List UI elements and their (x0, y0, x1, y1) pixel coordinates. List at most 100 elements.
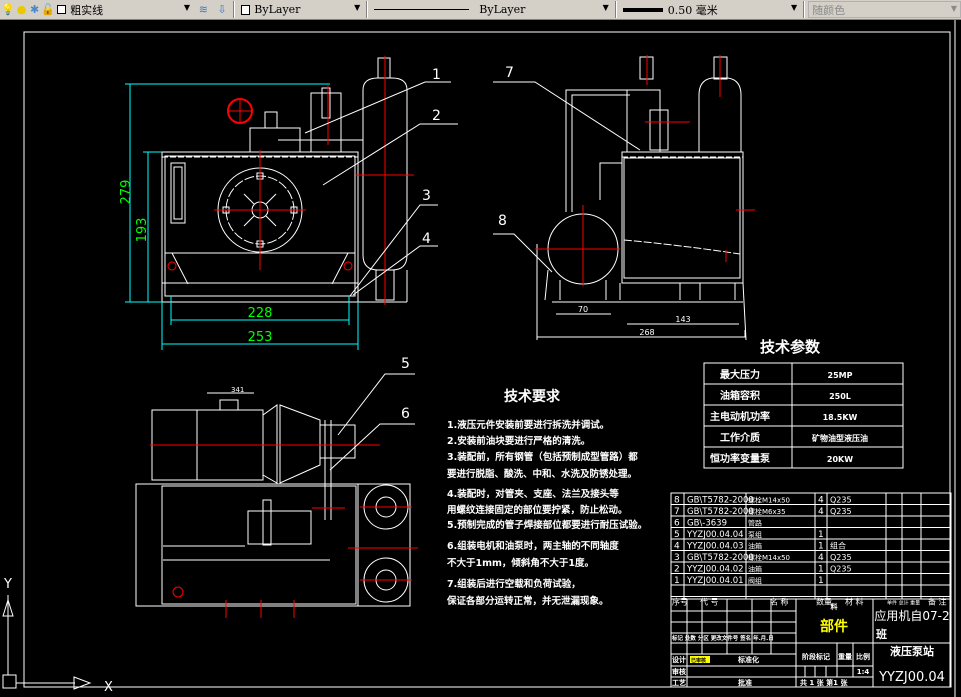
bom-material: 组合 (830, 541, 846, 551)
bom-qty: 1 (818, 542, 824, 552)
ucs-y-label: Y (3, 577, 12, 592)
school-class: 应用机自07-2 (874, 608, 949, 623)
param-value: 18.5KW (823, 413, 858, 422)
requirement-line: 1.液压元件安装前要进行拆洗并调试。 (447, 419, 609, 431)
part-type: 部件 (820, 618, 848, 635)
layer-color-swatch (57, 5, 67, 14)
bom-header: 材 料 (845, 597, 864, 607)
std-label: 标准化 (737, 655, 759, 664)
ucs-icon: Y X (2, 577, 113, 695)
color-swatch (241, 4, 251, 15)
param-value: 矿物油型液压油 (812, 433, 868, 443)
bom-code: GB\T5782-2000 (687, 553, 754, 563)
layer-dropdown[interactable]: 粗实线 ▼ (54, 1, 193, 18)
dim-253: 253 (248, 330, 273, 345)
designer-name: 已审核 (691, 657, 706, 664)
requirements-title: 技术要求 (504, 388, 561, 405)
bom-name: 螺栓M14x50 (748, 496, 790, 505)
toolbar-separator (366, 1, 369, 18)
bom-name: 油箱 (748, 542, 762, 551)
bom-name: 螺栓M14x50 (748, 553, 790, 562)
ratio-label: 比例 (856, 652, 870, 661)
dim-193: 193 (135, 218, 150, 243)
bom-qty: 1 (818, 530, 824, 540)
class-label: 班 (876, 627, 887, 641)
layer-on-bulb-icon[interactable]: 💡 (1, 3, 15, 17)
bom-qty: 4 (818, 507, 824, 517)
color-dropdown[interactable]: ByLayer ▼ (238, 1, 363, 18)
bom-name: 油箱 (748, 565, 762, 574)
dim-228: 228 (248, 306, 273, 321)
color-value: ByLayer (254, 3, 301, 16)
bom-name: 螺栓M6x35 (748, 507, 786, 516)
label-5: 5 (401, 356, 410, 372)
label-4: 4 (422, 231, 431, 247)
requirement-line: 2.安装前油块要进行严格的清洗。 (447, 435, 590, 447)
requirement-line: 要进行脱脂、酸洗、中和、水洗及防锈处理。 (447, 468, 637, 480)
drawing-canvas[interactable]: 279 193 228 253 70 143 268 341 1 2 3 4 5… (0, 20, 961, 697)
stage-label: 阶段标记 (802, 652, 830, 661)
plotstyle-dropdown[interactable]: 随颜色 ▼ (808, 1, 961, 18)
dim-143: 143 (675, 315, 690, 324)
bom-header: 单件 总计 重量 (887, 600, 920, 607)
bom-code: GB\-3639 (687, 519, 727, 529)
side-view: 70 143 268 (535, 55, 755, 341)
toolbar-separator (803, 1, 806, 18)
title-block: 料 部件 应用机自07-2 班 液压泵站 YYZJ00.04 阶段标记 重量 比… (671, 598, 951, 687)
bom-code: YYZJ00.04.03 (686, 542, 744, 552)
param-label: 主电动机功率 (710, 410, 770, 423)
bom-index: 3 (674, 553, 680, 563)
lineweight-preview (622, 7, 663, 12)
label-2: 2 (432, 108, 441, 124)
toolbar-separator (614, 1, 617, 18)
viewport-freeze-icon[interactable]: ✱ (29, 3, 40, 17)
bom-qty: 1 (818, 576, 824, 586)
properties-toolbar: 💡 ● ✱ 🔓 粗实线 ▼ ≋ ⇩ ByLayer ▼ ByLayer ▼ 0.… (0, 0, 961, 20)
revision-header: 标记 处数 分区 更改文件号 签名 年.月.日 (671, 634, 774, 642)
linetype-preview (374, 9, 470, 10)
chevron-down-icon: ▼ (791, 3, 798, 12)
param-label: 工作介质 (720, 431, 760, 444)
param-value: 20KW (827, 455, 853, 464)
requirement-line: 5.预制完成的管子焊接部位都要进行耐压试验。 (447, 519, 647, 531)
bom-index: 2 (674, 565, 680, 575)
bom-qty: 4 (818, 496, 824, 506)
bom-index: 6 (674, 519, 680, 529)
drawing-name: 液压泵站 (890, 644, 934, 658)
param-value: 250L (829, 392, 851, 401)
lock-icon[interactable]: 🔓 (41, 3, 55, 17)
lineweight-dropdown[interactable]: 0.50 毫米 ▼ (620, 1, 800, 18)
bom-header: 备 注 (928, 597, 947, 607)
freeze-sun-icon[interactable]: ● (16, 3, 27, 17)
chevron-down-icon: ▼ (950, 4, 958, 13)
dim-70: 70 (578, 305, 588, 314)
chevron-down-icon: ▼ (183, 3, 191, 12)
front-view (161, 56, 414, 305)
bom-material: Q235 (830, 496, 852, 505)
label-6: 6 (401, 406, 410, 422)
bom-name: 阀组 (748, 576, 762, 585)
material-label: 料 (831, 602, 838, 611)
linetype-dropdown[interactable]: ByLayer ▼ (371, 1, 611, 18)
layer-previous-icon[interactable]: ⇩ (214, 3, 231, 17)
label-3: 3 (422, 188, 431, 204)
bom-material: Q235 (830, 553, 852, 562)
dim-279: 279 (119, 180, 134, 205)
bom-qty: 4 (818, 553, 824, 563)
params-title: 技术参数 (760, 338, 821, 356)
bom-material: Q235 (830, 507, 852, 516)
designer-label: 设计 (672, 655, 686, 664)
param-label: 最大压力 (720, 368, 760, 381)
requirement-line: 6.组装电机和油泵时，两主轴的不同轴度 (447, 540, 619, 552)
bom-code: YYZJ00.04.04 (686, 530, 744, 540)
chevron-down-icon: ▼ (602, 3, 609, 12)
label-1: 1 (432, 67, 441, 83)
tech-requirements: 技术要求 1.液压元件安装前要进行拆洗并调试。 2.安装前油块要进行严格的清洗。… (446, 388, 647, 607)
bom-code: GB\T5782-2000 (687, 507, 754, 517)
scale-value: 1:4 (857, 668, 870, 676)
weight-label: 重量 (838, 652, 852, 661)
bom-index: 5 (674, 530, 680, 540)
make-current-layer-icon[interactable]: ≋ (195, 3, 212, 17)
process-label: 工艺 (672, 678, 686, 687)
bom-material: Q235 (830, 565, 852, 574)
